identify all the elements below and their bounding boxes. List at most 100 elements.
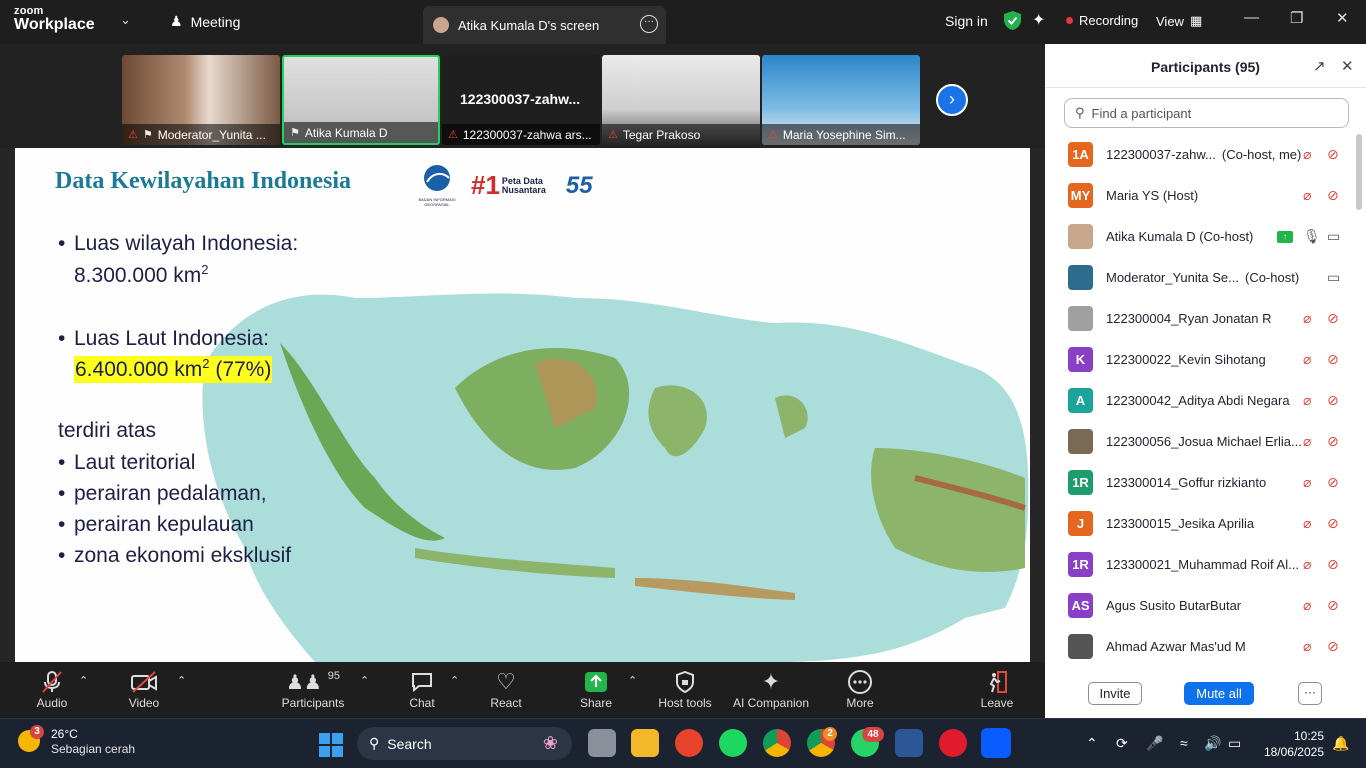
zoom-taskbar-icon[interactable] xyxy=(981,728,1011,758)
participant-search-input[interactable]: ⚲ Find a participant xyxy=(1064,98,1349,128)
video-tile-active[interactable]: ⚑ Atika Kumala D xyxy=(282,55,440,145)
mic-muted-icon[interactable]: ⌀ xyxy=(1303,474,1311,491)
video-tile[interactable]: 122300037-zahw... ⚠ 122300037-zahwa ars..… xyxy=(442,55,600,145)
audio-button[interactable]: Audio xyxy=(30,668,74,710)
next-page-icon[interactable]: › xyxy=(936,84,968,116)
speaker-icon[interactable]: 🔊 xyxy=(1204,735,1221,752)
more-options-icon[interactable]: ··· xyxy=(640,15,658,33)
windows-start-icon[interactable] xyxy=(318,732,344,758)
participants-options-caret-icon[interactable]: ⌃ xyxy=(360,674,369,687)
recording-indicator[interactable]: Recording xyxy=(1066,13,1138,28)
video-button[interactable]: Video xyxy=(122,668,166,710)
mic-muted-icon[interactable]: ⌀ xyxy=(1303,146,1311,163)
video-options-caret-icon[interactable]: ⌃ xyxy=(177,674,186,687)
scrollbar[interactable] xyxy=(1356,134,1362,210)
participant-row[interactable]: AS Agus Susito ButarButar ⌀ ⊘ xyxy=(1045,585,1366,626)
mute-all-button[interactable]: Mute all xyxy=(1184,682,1254,705)
video-tile[interactable]: ⚠ Tegar Prakoso xyxy=(602,55,760,145)
participant-avatar xyxy=(1068,429,1093,454)
camera-off-icon[interactable]: ⊘ xyxy=(1327,556,1339,573)
participant-row[interactable]: 1A 122300037-zahw... (Co-host, me) ⌀ ⊘ xyxy=(1045,134,1366,175)
search-placeholder: Find a participant xyxy=(1091,105,1192,121)
camera-off-icon[interactable]: ⊘ xyxy=(1327,310,1339,327)
mic-muted-icon[interactable]: ⌀ xyxy=(1303,433,1311,450)
share-button[interactable]: Share xyxy=(576,668,616,710)
system-clock[interactable]: 10:25 18/06/2025 xyxy=(1252,728,1324,760)
mic-muted-icon[interactable]: ⌀ xyxy=(1303,187,1311,204)
mic-muted-icon[interactable]: ⌀ xyxy=(1303,597,1311,614)
camera-off-icon[interactable]: ⊘ xyxy=(1327,392,1339,409)
video-tile[interactable]: ⚠ Maria Yosephine Sim... xyxy=(762,55,920,145)
chevron-down-icon[interactable]: ⌄ xyxy=(120,12,131,28)
sync-icon[interactable]: ⟳ xyxy=(1116,735,1128,752)
participant-avatar: MY xyxy=(1068,183,1093,208)
spotify-icon[interactable] xyxy=(719,729,747,757)
chat-button[interactable]: Chat xyxy=(402,668,442,710)
view-button[interactable]: View ▦ xyxy=(1156,13,1202,29)
participant-row[interactable]: 1R 123300021_Muhammad Roif Al... ⌀ ⊘ xyxy=(1045,544,1366,585)
close-icon[interactable]: ✕ xyxy=(1336,9,1349,27)
invite-button[interactable]: Invite xyxy=(1088,682,1142,705)
screen-share-tab[interactable]: Atika Kumala D's screen ··· xyxy=(423,6,666,44)
meeting-tab[interactable]: ♟ Meeting xyxy=(170,13,240,30)
participant-row[interactable]: 122300056_Josua Michael Erlia... ⌀ ⊘ xyxy=(1045,421,1366,462)
participant-row[interactable]: A 122300042_Aditya Abdi Negara ⌀ ⊘ xyxy=(1045,380,1366,421)
mic-muted-icon[interactable]: ⌀ xyxy=(1303,351,1311,368)
participant-row[interactable]: Ahmad Azwar Mas'ud M ⌀ ⊘ xyxy=(1045,626,1366,664)
camera-off-icon[interactable]: ⊘ xyxy=(1327,433,1339,450)
notification-bell-icon[interactable]: 🔔 xyxy=(1332,735,1349,752)
mic-muted-icon[interactable]: ⌀ xyxy=(1303,392,1311,409)
popout-icon[interactable]: ↗ xyxy=(1313,57,1326,75)
word-icon[interactable] xyxy=(895,729,923,757)
audio-options-caret-icon[interactable]: ⌃ xyxy=(79,674,88,687)
camera-off-icon[interactable]: ⊘ xyxy=(1327,638,1339,655)
mic-tray-icon[interactable]: 🎤 xyxy=(1146,735,1163,752)
react-button[interactable]: ♡ React xyxy=(486,668,526,710)
signin-button[interactable]: Sign in xyxy=(945,13,988,29)
participant-row[interactable]: 1R 123300014_Goffur rizkianto ⌀ ⊘ xyxy=(1045,462,1366,503)
maximize-icon[interactable]: ❐ xyxy=(1290,9,1303,27)
chat-options-caret-icon[interactable]: ⌃ xyxy=(450,674,459,687)
camera-off-icon[interactable]: ⊘ xyxy=(1327,597,1339,614)
battery-icon[interactable]: ▭ xyxy=(1228,735,1241,752)
camera-off-icon[interactable]: ⊘ xyxy=(1327,474,1339,491)
participant-row[interactable]: K 122300022_Kevin Sihotang ⌀ ⊘ xyxy=(1045,339,1366,380)
tray-chevron-icon[interactable]: ⌃ xyxy=(1086,735,1098,752)
wifi-icon[interactable]: ≈ xyxy=(1180,735,1188,751)
file-explorer-icon[interactable] xyxy=(631,729,659,757)
camera-off-icon[interactable]: ⊘ xyxy=(1327,515,1339,532)
ai-companion-button[interactable]: ✦ AI Companion xyxy=(732,668,810,710)
participants-button[interactable]: ♟♟ 95 Participants xyxy=(278,668,348,710)
mic-on-icon[interactable]: 🎙 xyxy=(1303,228,1321,245)
mic-muted-icon[interactable]: ⌀ xyxy=(1303,515,1311,532)
share-options-caret-icon[interactable]: ⌃ xyxy=(628,674,637,687)
panel-more-button[interactable]: ··· xyxy=(1298,682,1322,705)
mic-muted-icon[interactable]: ⌀ xyxy=(1303,638,1311,655)
camera-off-icon[interactable]: ⊘ xyxy=(1327,187,1339,204)
more-button[interactable]: More xyxy=(841,668,879,710)
participants-panel: Participants (95) ↗ ✕ ⚲ Find a participa… xyxy=(1045,44,1366,718)
shield-check-icon[interactable] xyxy=(1004,11,1021,30)
close-panel-icon[interactable]: ✕ xyxy=(1341,57,1354,75)
video-tile[interactable]: ⚠ ⚑ Moderator_Yunita ... xyxy=(122,55,280,145)
ai-sparkle-icon[interactable]: ✦ xyxy=(1032,10,1045,30)
minimize-icon[interactable]: — xyxy=(1244,9,1259,26)
participant-row[interactable]: 122300004_Ryan Jonatan R ⌀ ⊘ xyxy=(1045,298,1366,339)
camera-icon[interactable]: ▭ xyxy=(1327,269,1340,286)
camera-off-icon[interactable]: ⊘ xyxy=(1327,351,1339,368)
opera-icon[interactable] xyxy=(939,729,967,757)
host-tools-button[interactable]: Host tools xyxy=(656,668,714,710)
participant-row[interactable]: Moderator_Yunita Se... (Co-host) ▭ xyxy=(1045,257,1366,298)
taskbar-search[interactable]: ⚲ Search ❀ xyxy=(357,727,572,760)
mic-muted-icon[interactable]: ⌀ xyxy=(1303,310,1311,327)
mic-muted-icon[interactable]: ⌀ xyxy=(1303,556,1311,573)
participant-row[interactable]: Atika Kumala D (Co-host) ↑ 🎙 ▭ xyxy=(1045,216,1366,257)
participant-row[interactable]: J 123300015_Jesika Aprilia ⌀ ⊘ xyxy=(1045,503,1366,544)
participant-row[interactable]: MY Maria YS (Host) ⌀ ⊘ xyxy=(1045,175,1366,216)
wps-office-icon[interactable] xyxy=(675,729,703,757)
chrome-icon[interactable] xyxy=(763,729,791,757)
leave-button[interactable]: Leave xyxy=(977,668,1017,710)
camera-icon[interactable]: ▭ xyxy=(1327,228,1340,245)
camera-off-icon[interactable]: ⊘ xyxy=(1327,146,1339,163)
task-view-icon[interactable] xyxy=(588,729,616,757)
